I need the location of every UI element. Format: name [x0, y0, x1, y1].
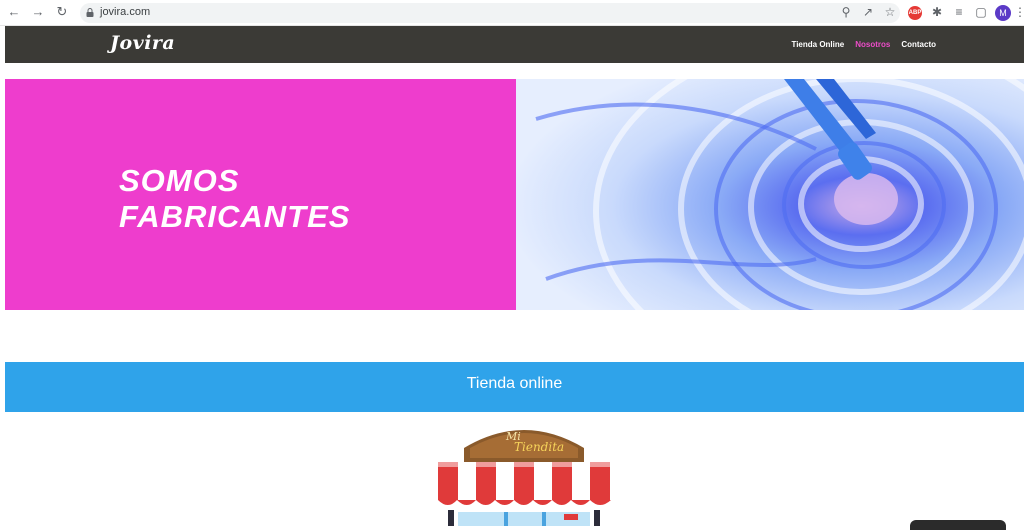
section-title: Tienda online	[466, 375, 563, 392]
hero-paint-image	[516, 79, 1024, 310]
reading-list-icon[interactable]: ≡	[951, 4, 967, 20]
main-nav: Tienda Online Nosotros Contacto	[791, 40, 936, 49]
nav-nosotros[interactable]: Nosotros	[855, 40, 890, 49]
side-panel-icon[interactable]: ▢	[973, 4, 989, 20]
hero-banner: SOMOS FABRICANTES	[5, 79, 516, 310]
adblock-extension-icon[interactable]: ABP	[908, 6, 922, 20]
hero-title-line1: SOMOS	[119, 163, 240, 198]
store-illustration[interactable]: Mi Tiendita	[434, 418, 614, 526]
lock-icon	[86, 8, 94, 17]
browser-toolbar: ← → ↻ jovira.com ⚲ ↗ ☆ ABP ✱ ≡ ▢ M ⋮	[0, 0, 1024, 26]
profile-avatar[interactable]: M	[995, 5, 1011, 21]
back-icon[interactable]: ←	[6, 4, 22, 20]
hero-title-line2: FABRICANTES	[119, 199, 351, 234]
zoom-icon[interactable]: ⚲	[838, 4, 854, 20]
store-sign-line2: Tiendita	[514, 440, 564, 454]
site-header: Jovira Tienda Online Nosotros Contacto	[5, 26, 1024, 63]
nav-tienda-online[interactable]: Tienda Online	[791, 40, 844, 49]
share-icon[interactable]: ↗	[860, 4, 876, 20]
tienda-online-banner[interactable]: Tienda online	[5, 362, 1024, 412]
extensions-puzzle-icon[interactable]: ✱	[929, 4, 945, 20]
forward-icon[interactable]: →	[30, 4, 46, 20]
address-bar[interactable]: jovira.com	[80, 3, 900, 23]
site-logo[interactable]: Jovira	[110, 32, 175, 54]
hero-title: SOMOS FABRICANTES	[119, 163, 350, 235]
reload-icon[interactable]: ↻	[54, 4, 70, 20]
url-text: jovira.com	[100, 6, 151, 18]
menu-kebab-icon[interactable]: ⋮	[1014, 4, 1024, 20]
nav-contacto[interactable]: Contacto	[901, 40, 936, 49]
bookmark-star-icon[interactable]: ☆	[882, 4, 898, 20]
chat-widget-tab[interactable]	[910, 520, 1006, 530]
